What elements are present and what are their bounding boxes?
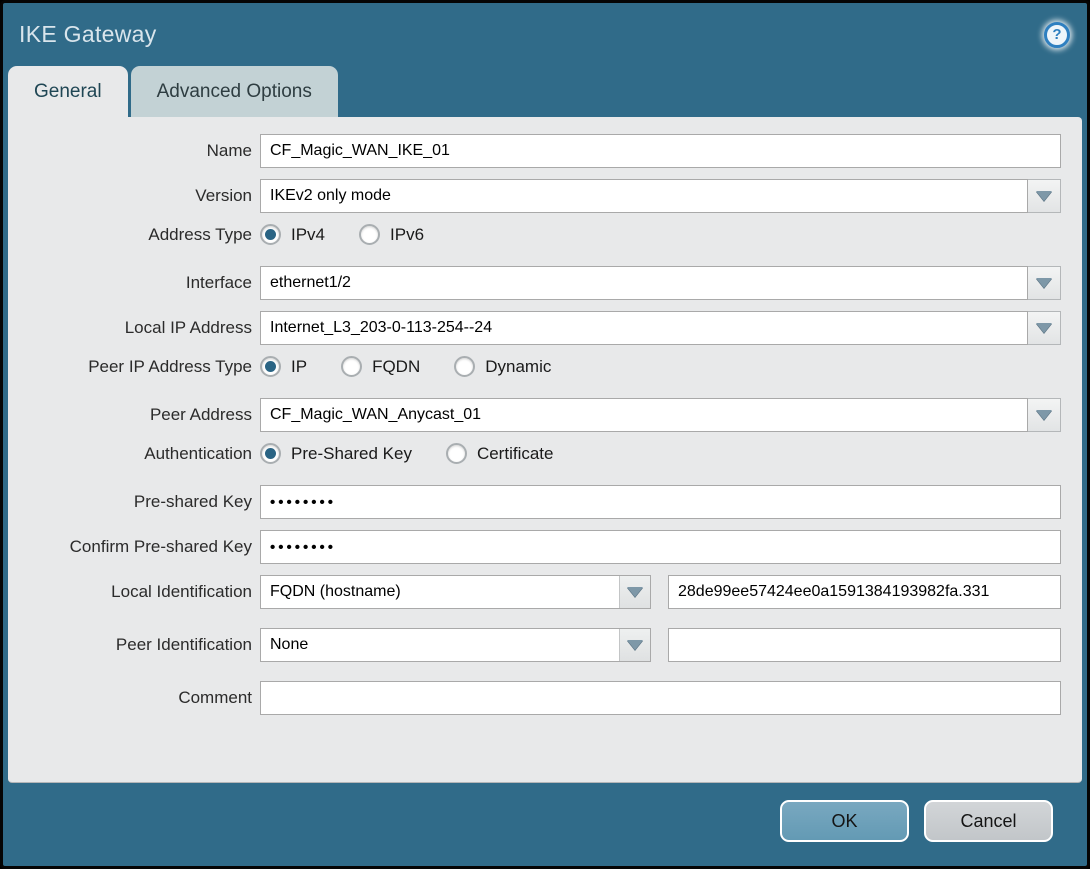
radio-unselected-icon — [454, 356, 476, 377]
peer-identification-type-value: None — [270, 636, 309, 653]
peer-address-dropdown-button[interactable] — [1028, 398, 1061, 432]
radio-selected-icon — [260, 443, 281, 464]
comment-row: Comment — [8, 681, 1061, 715]
local-ip-address-select-value: Internet_L3_203-0-113-254--24 — [260, 311, 1028, 345]
local-identification-label: Local Identification — [111, 582, 252, 601]
peer-address-select-value: CF_Magic_WAN_Anycast_01 — [260, 398, 1028, 432]
peer-identification-dropdown-button[interactable] — [619, 629, 650, 661]
pre-shared-key-label: Pre-shared Key — [133, 492, 252, 511]
local-identification-row: Local Identification FQDN (hostname) — [8, 575, 1061, 609]
title-bar: IKE Gateway ? — [3, 3, 1087, 66]
name-label: Name — [206, 141, 252, 160]
local-ip-address-dropdown-button[interactable] — [1028, 311, 1061, 345]
peer-identification-label: Peer Identification — [115, 635, 252, 654]
auth-certificate-option[interactable]: Certificate — [445, 443, 553, 464]
peer-identification-type-select[interactable]: None — [260, 628, 651, 662]
comment-input[interactable] — [260, 681, 1061, 715]
version-select-value: IKEv2 only mode — [260, 179, 1028, 213]
dialog-title: IKE Gateway — [19, 21, 157, 47]
radio-unselected-icon — [445, 443, 467, 464]
local-ip-address-label: Local IP Address — [124, 318, 252, 337]
interface-select[interactable]: ethernet1/2 — [260, 266, 1061, 300]
version-row: Version IKEv2 only mode — [8, 179, 1061, 213]
version-dropdown-button[interactable] — [1028, 179, 1061, 213]
interface-row: Interface ethernet1/2 — [8, 266, 1061, 300]
local-identification-value-input[interactable] — [668, 575, 1061, 609]
confirm-pre-shared-key-input[interactable] — [260, 530, 1061, 564]
version-label: Version — [195, 186, 252, 205]
chevron-down-icon — [1036, 410, 1052, 420]
interface-dropdown-button[interactable] — [1028, 266, 1061, 300]
local-ip-address-row: Local IP Address Internet_L3_203-0-113-2… — [8, 311, 1061, 345]
peer-identification-value-input[interactable] — [668, 628, 1061, 662]
tab-general-label: General — [34, 80, 102, 102]
tab-bar: General Advanced Options — [3, 66, 1087, 117]
peer-ip-type-dynamic-option[interactable]: Dynamic — [454, 356, 551, 377]
address-type-ipv6-option[interactable]: IPv6 — [359, 224, 424, 245]
address-type-row: Address Type IPv4 IPv6 — [8, 224, 1061, 245]
local-ip-address-select[interactable]: Internet_L3_203-0-113-254--24 — [260, 311, 1061, 345]
auth-pre-shared-key-option[interactable]: Pre-Shared Key — [260, 443, 412, 464]
local-identification-type-select[interactable]: FQDN (hostname) — [260, 575, 651, 609]
address-type-label: Address Type — [148, 224, 252, 244]
name-row: Name — [8, 134, 1061, 168]
help-icon[interactable]: ? — [1044, 21, 1070, 48]
peer-address-row: Peer Address CF_Magic_WAN_Anycast_01 — [8, 398, 1061, 432]
peer-ip-address-type-row: Peer IP Address Type IP FQDN Dynamic — [8, 356, 1061, 377]
tab-general[interactable]: General — [8, 66, 128, 117]
tab-advanced-options-label: Advanced Options — [156, 80, 312, 102]
chevron-down-icon — [1036, 278, 1052, 288]
peer-ip-type-ip-option[interactable]: IP — [260, 356, 307, 377]
tab-advanced-options[interactable]: Advanced Options — [130, 66, 338, 117]
peer-address-select[interactable]: CF_Magic_WAN_Anycast_01 — [260, 398, 1061, 432]
radio-unselected-icon — [359, 224, 381, 245]
version-select[interactable]: IKEv2 only mode — [260, 179, 1061, 213]
comment-label: Comment — [178, 688, 252, 707]
pre-shared-key-input[interactable] — [260, 485, 1061, 519]
interface-select-value: ethernet1/2 — [260, 266, 1028, 300]
authentication-row: Authentication Pre-Shared Key Certificat… — [8, 443, 1061, 464]
peer-address-label: Peer Address — [149, 405, 252, 424]
interface-label: Interface — [185, 273, 252, 292]
peer-ip-type-fqdn-option[interactable]: FQDN — [341, 356, 420, 377]
chevron-down-icon — [627, 640, 643, 650]
ike-gateway-dialog: IKE Gateway ? General Advanced Options N… — [0, 0, 1090, 869]
radio-selected-icon — [260, 356, 281, 377]
peer-ip-address-type-label: Peer IP Address Type — [88, 356, 252, 376]
confirm-pre-shared-key-row: Confirm Pre-shared Key — [8, 530, 1061, 564]
pre-shared-key-row: Pre-shared Key — [8, 485, 1061, 519]
general-tab-panel: Name Version IKEv2 only mode Address Typ… — [8, 117, 1082, 783]
authentication-label: Authentication — [144, 443, 252, 463]
chevron-down-icon — [1036, 323, 1052, 333]
ok-button[interactable]: OK — [780, 800, 909, 842]
radio-selected-icon — [260, 224, 281, 245]
name-input[interactable] — [260, 134, 1061, 168]
local-identification-dropdown-button[interactable] — [619, 576, 650, 608]
local-identification-type-value: FQDN (hostname) — [270, 583, 401, 600]
chevron-down-icon — [1036, 191, 1052, 201]
chevron-down-icon — [627, 587, 643, 597]
peer-identification-row: Peer Identification None — [8, 628, 1061, 662]
cancel-button[interactable]: Cancel — [924, 800, 1053, 842]
footer-bar: OK Cancel — [3, 783, 1087, 866]
address-type-ipv4-option[interactable]: IPv4 — [260, 224, 325, 245]
confirm-pre-shared-key-label: Confirm Pre-shared Key — [69, 537, 252, 556]
radio-unselected-icon — [341, 356, 363, 377]
